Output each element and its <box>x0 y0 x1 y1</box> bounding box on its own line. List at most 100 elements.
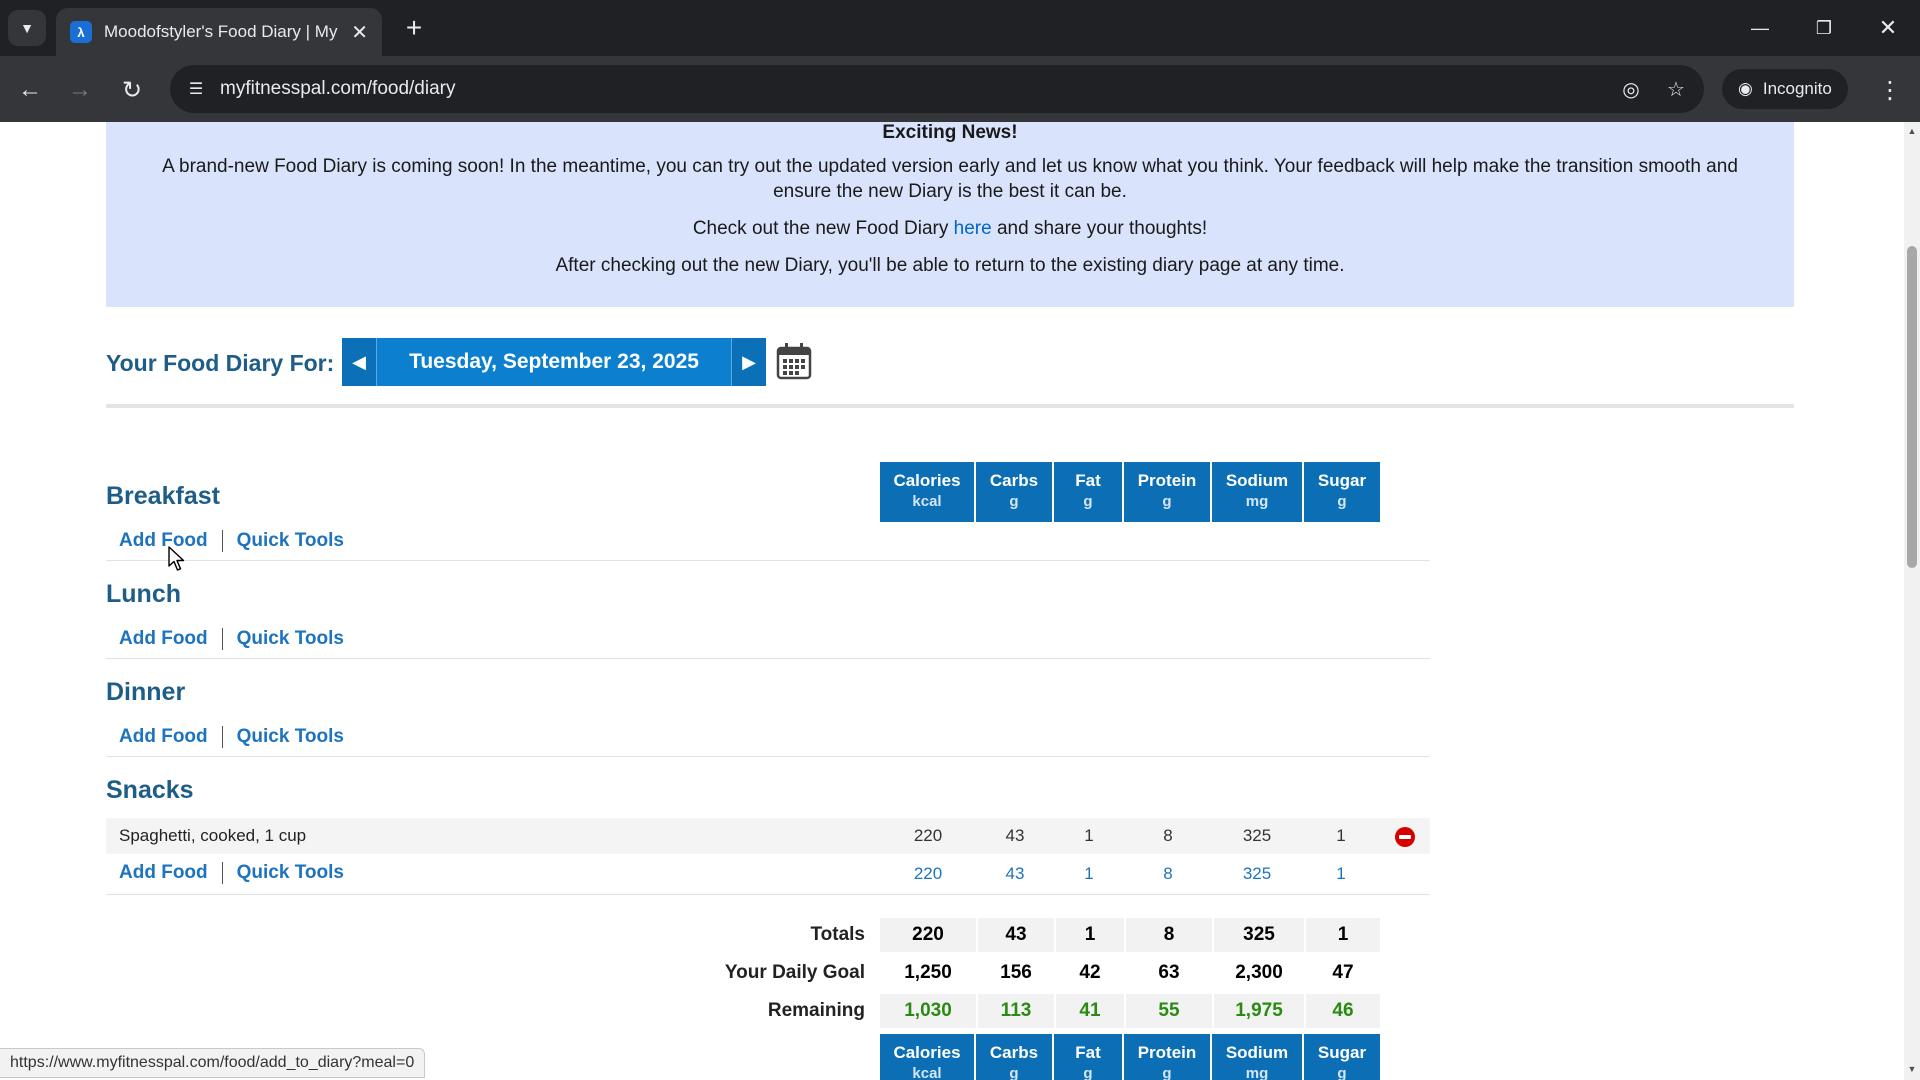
col-unit: g <box>1009 493 1019 510</box>
breakfast-add-food-link[interactable]: Add Food <box>119 530 208 552</box>
url-text[interactable]: myfitnesspal.com/food/diary <box>220 78 456 100</box>
page-scrollbar[interactable]: ▲ ▼ <box>1904 122 1920 1080</box>
incognito-label: Incognito <box>1762 79 1832 98</box>
banner-line-2: ensure the new Diary is the best it can … <box>773 181 1127 202</box>
col-name: Calories <box>893 471 961 490</box>
date-divider <box>106 404 1794 408</box>
close-window-button[interactable]: ✕ <box>1864 10 1912 46</box>
lunch-links: Add Food Quick Tools <box>119 628 344 650</box>
minimize-window-button[interactable]: — <box>1736 10 1784 46</box>
exciting-news-banner: Exciting News! A brand-new Food Diary is… <box>106 122 1794 307</box>
site-info-icon[interactable]: ☰ <box>182 75 210 103</box>
bookmark-star-icon[interactable]: ☆ <box>1661 74 1691 104</box>
incognito-badge[interactable]: ◉ Incognito <box>1722 69 1848 109</box>
triangle-right-icon: ▶ <box>742 351 756 372</box>
banner-line-3-end: and share your thoughts! <box>991 218 1208 239</box>
next-day-button[interactable]: ▶ <box>732 338 766 386</box>
meal-divider <box>106 894 1430 895</box>
lunch-quick-tools-link[interactable]: Quick Tools <box>237 628 344 650</box>
totals-carbs: 43 <box>978 918 1054 952</box>
browser-toolbar: ← → ↻ ☰ myfitnesspal.com/food/diary ◎ ☆ … <box>0 56 1920 122</box>
new-tab-button[interactable]: + <box>396 10 432 46</box>
banner-line-1: A brand-new Food Diary is coming soon! I… <box>162 156 1738 177</box>
browser-tab-strip: ▼ λ Moodofstyler's Food Diary | My ✕ + —… <box>0 0 1920 56</box>
goal-fat: 42 <box>1079 962 1101 983</box>
tab-search-button[interactable]: ▼ <box>8 10 46 46</box>
entry-protein: 8 <box>1163 826 1173 845</box>
remove-entry-icon[interactable] <box>1395 827 1415 847</box>
link-separator <box>221 726 223 748</box>
col-sugar-bottom: Sugar g <box>1304 1034 1380 1080</box>
meal-title-dinner: Dinner <box>106 678 186 706</box>
calendar-icon[interactable] <box>776 342 812 380</box>
browser-tab-active[interactable]: λ Moodofstyler's Food Diary | My ✕ <box>56 8 382 56</box>
meal-divider <box>106 756 1430 757</box>
scroll-down-arrow-icon[interactable]: ▼ <box>1907 1064 1917 1074</box>
link-status-bar: https://www.myfitnesspal.com/food/add_to… <box>0 1048 426 1078</box>
col-unit: mg <box>1245 1065 1269 1080</box>
entry-calories: 220 <box>913 826 943 845</box>
snacks-quick-tools-link[interactable]: Quick Tools <box>237 862 344 884</box>
remaining-calories: 1,030 <box>880 994 976 1028</box>
goal-calories: 1,250 <box>904 962 952 983</box>
col-name: Protein <box>1137 1043 1197 1062</box>
snacks-subtotal-protein: 8 <box>1163 864 1173 883</box>
chevron-down-icon: ▼ <box>20 20 34 36</box>
dinner-quick-tools-link[interactable]: Quick Tools <box>237 726 344 748</box>
food-entry-name[interactable]: Spaghetti, cooked, 1 cup <box>119 826 306 846</box>
previous-day-button[interactable]: ◀ <box>342 338 376 386</box>
col-unit: g <box>1009 1065 1019 1080</box>
scroll-up-arrow-icon[interactable]: ▲ <box>1907 126 1917 136</box>
banner-line-3: Check out the new Food Diary here and sh… <box>106 216 1794 241</box>
banner-line-3-start: Check out the new Food Diary <box>692 218 954 239</box>
incognito-icon: ◉ <box>1738 79 1753 98</box>
col-protein-bottom: Protein g <box>1124 1034 1212 1080</box>
col-unit: g <box>1337 493 1347 510</box>
meal-title-snacks: Snacks <box>106 776 194 804</box>
restore-window-button[interactable]: ❐ <box>1800 10 1848 46</box>
col-unit: kcal <box>912 1065 942 1080</box>
forward-button[interactable]: → <box>62 72 98 108</box>
scroll-thumb[interactable] <box>1907 246 1917 568</box>
col-name: Carbs <box>989 471 1039 490</box>
back-button[interactable]: ← <box>12 72 48 108</box>
col-calories: Calories kcal <box>880 462 976 522</box>
new-diary-here-link[interactable]: here <box>954 218 992 239</box>
col-name: Calories <box>893 1043 961 1062</box>
totals-sugar: 1 <box>1306 918 1380 952</box>
goal-carbs: 156 <box>1000 962 1032 983</box>
browser-menu-icon[interactable]: ⋮ <box>1874 72 1906 108</box>
col-calories-bottom: Calories kcal <box>880 1034 976 1080</box>
address-bar[interactable]: ☰ myfitnesspal.com/food/diary ◎ ☆ <box>170 65 1704 113</box>
close-tab-icon[interactable]: ✕ <box>351 20 368 45</box>
col-fat-bottom: Fat g <box>1054 1034 1124 1080</box>
remaining-carbs: 113 <box>978 994 1054 1028</box>
dinner-links: Add Food Quick Tools <box>119 726 344 748</box>
col-unit: g <box>1162 493 1172 510</box>
col-unit: g <box>1337 1065 1347 1080</box>
reload-button[interactable]: ↻ <box>114 72 150 108</box>
tab-title: Moodofstyler's Food Diary | My <box>104 22 338 41</box>
meal-divider <box>106 658 1430 659</box>
col-sodium-bottom: Sodium mg <box>1212 1034 1304 1080</box>
entry-sugar: 1 <box>1336 826 1346 845</box>
meal-title-breakfast: Breakfast <box>106 482 220 510</box>
col-unit: g <box>1162 1065 1172 1080</box>
daily-goal-label: Your Daily Goal <box>724 962 865 983</box>
totals-fat: 1 <box>1056 918 1124 952</box>
entry-sodium: 325 <box>1242 826 1272 845</box>
snacks-subtotal-calories: 220 <box>913 864 943 883</box>
remaining-sugar: 46 <box>1306 994 1380 1028</box>
snacks-add-food-link[interactable]: Add Food <box>119 862 208 884</box>
lunch-add-food-link[interactable]: Add Food <box>119 628 208 650</box>
col-sodium: Sodium mg <box>1212 462 1304 522</box>
col-sugar: Sugar g <box>1304 462 1380 522</box>
breakfast-quick-tools-link[interactable]: Quick Tools <box>237 530 344 552</box>
totals-sodium: 325 <box>1214 918 1304 952</box>
dinner-add-food-link[interactable]: Add Food <box>119 726 208 748</box>
col-name: Fat <box>1075 471 1101 490</box>
eye-slash-icon[interactable]: ◎ <box>1616 74 1646 104</box>
mouse-pointer-icon <box>168 546 185 571</box>
link-separator <box>221 530 223 552</box>
col-name: Sodium <box>1225 1043 1289 1062</box>
